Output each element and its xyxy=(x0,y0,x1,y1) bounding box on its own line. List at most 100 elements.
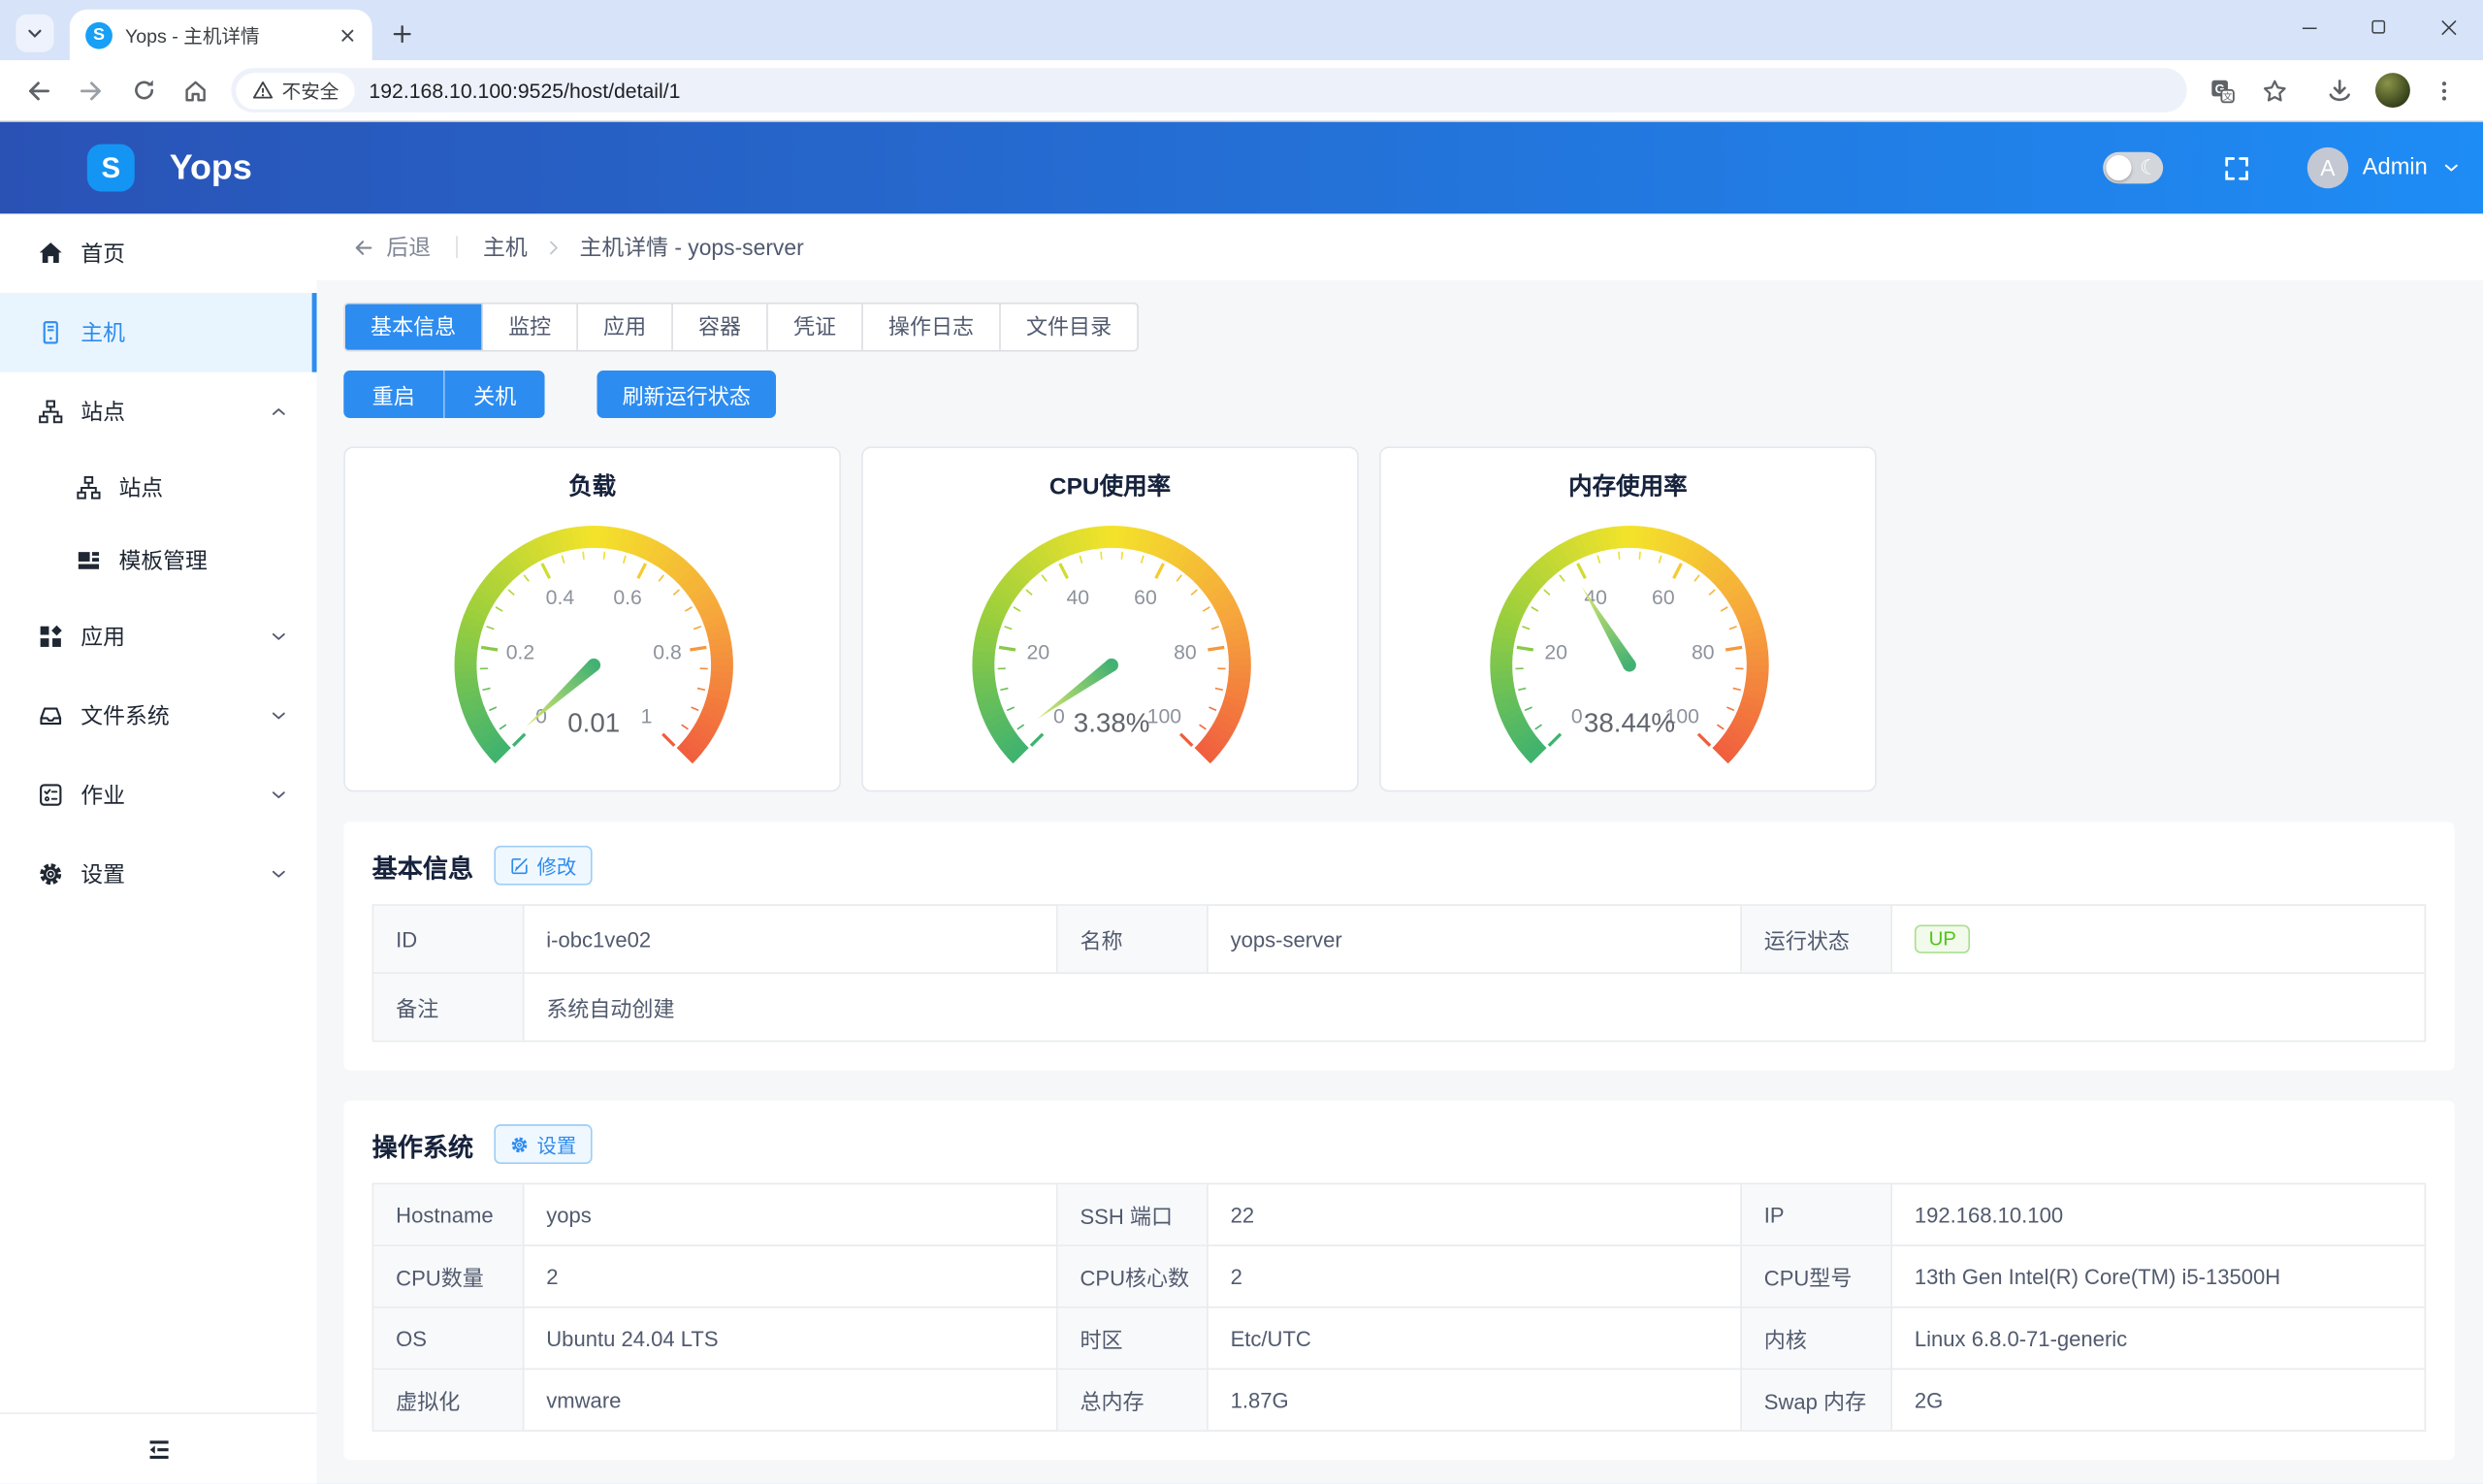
field-label: 运行状态 xyxy=(1742,906,1892,973)
theme-toggle[interactable]: ☾ xyxy=(2103,152,2163,184)
back-link[interactable]: 后退 xyxy=(351,231,431,263)
tab-operation-log[interactable]: 操作日志 xyxy=(863,304,1001,349)
breadcrumb: 后退 主机 主机详情 - yops-server xyxy=(317,213,2483,280)
window-maximize-button[interactable] xyxy=(2343,0,2413,54)
field-value: vmware xyxy=(524,1370,1057,1430)
fullscreen-button[interactable] xyxy=(2213,153,2259,183)
main-content: 后退 主机 主机详情 - yops-server 基本信息监控应用容器凭证操作日… xyxy=(317,213,2483,1483)
sidebar-item-template-manage[interactable]: 模板管理 xyxy=(0,524,317,597)
browser-menu-button[interactable] xyxy=(2421,67,2467,113)
tab-monitoring[interactable]: 监控 xyxy=(483,304,578,349)
field-label: 时区 xyxy=(1058,1308,1209,1369)
translate-button[interactable]: G文 xyxy=(2200,67,2245,113)
gauge-chart: 0204060801003.38% xyxy=(863,502,1361,803)
svg-text:20: 20 xyxy=(1027,641,1050,663)
download-icon xyxy=(2326,77,2353,104)
home-button[interactable] xyxy=(173,67,218,113)
yops-logo-icon: S xyxy=(87,145,135,192)
power-button-group: 重启 关机 xyxy=(343,371,544,418)
sidebar-item-label: 站点 xyxy=(118,472,288,504)
sidebar-item-label: 作业 xyxy=(81,779,269,811)
tab-basic-info[interactable]: 基本信息 xyxy=(345,304,483,349)
status-badge: UP xyxy=(1915,924,1971,952)
sidebar-item-sites-sub[interactable]: 站点 xyxy=(0,451,317,524)
breadcrumb-section[interactable]: 主机 xyxy=(483,231,528,263)
svg-text:60: 60 xyxy=(1652,587,1675,609)
field-label: Hostname xyxy=(373,1184,524,1244)
breadcrumb-divider xyxy=(456,236,458,258)
window-close-button[interactable] xyxy=(2413,0,2483,54)
address-bar[interactable]: 不安全 192.168.10.100:9525/host/detail/1 xyxy=(231,68,2186,113)
breadcrumb-page: 主机详情 - yops-server xyxy=(580,231,804,263)
apps-icon xyxy=(38,624,63,649)
field-value: i-obc1ve02 xyxy=(524,906,1057,973)
browser-tab[interactable]: S Yops - 主机详情 xyxy=(70,10,372,60)
sidebar-item-sites[interactable]: 站点 xyxy=(0,372,317,452)
sidebar-item-hosts[interactable]: 主机 xyxy=(0,293,317,372)
sidebar-item-settings[interactable]: 设置 xyxy=(0,834,317,914)
os-info-title: 操作系统 xyxy=(372,1125,474,1163)
chevron-up-icon xyxy=(270,403,289,422)
tab-search-button[interactable] xyxy=(16,15,53,52)
back-button[interactable] xyxy=(16,67,61,113)
tab-title: Yops - 主机详情 xyxy=(125,21,335,48)
gauge-row: 负载00.20.40.60.810.01CPU使用率0204060801003.… xyxy=(343,446,2454,791)
tab-credentials[interactable]: 凭证 xyxy=(768,304,863,349)
sidebar-item-apps[interactable]: 应用 xyxy=(0,597,317,677)
sidebar-item-label: 文件系统 xyxy=(81,700,269,732)
restart-button[interactable]: 重启 xyxy=(343,371,443,418)
sidebar-item-home[interactable]: 首页 xyxy=(0,213,317,293)
tab-file-directory[interactable]: 文件目录 xyxy=(1001,304,1137,349)
profile-avatar xyxy=(2374,73,2409,108)
field-value: Ubuntu 24.04 LTS xyxy=(524,1308,1057,1369)
chevron-down-icon[interactable] xyxy=(2442,158,2462,177)
field-value: 22 xyxy=(1209,1184,1742,1244)
kebab-menu-icon xyxy=(2433,79,2456,102)
sidebar-menu: 首页主机站点站点模板管理应用文件系统作业设置 xyxy=(0,213,317,914)
security-chip[interactable]: 不安全 xyxy=(236,72,354,109)
svg-text:38.44%: 38.44% xyxy=(1584,707,1675,737)
gauge-chart: 00.20.40.60.810.01 xyxy=(345,502,843,803)
detail-tabbar: 基本信息监控应用容器凭证操作日志文件目录 xyxy=(343,303,1139,352)
field-label: CPU型号 xyxy=(1742,1246,1892,1307)
sidebar-item-label: 模板管理 xyxy=(118,545,288,577)
tab-application[interactable]: 应用 xyxy=(578,304,673,349)
shutdown-button[interactable]: 关机 xyxy=(443,371,544,418)
collapse-sidebar-button[interactable] xyxy=(136,1434,181,1464)
host-icon xyxy=(38,320,63,345)
brand-name: Yops xyxy=(170,147,252,188)
field-value: 1.87G xyxy=(1209,1370,1742,1430)
tab-container[interactable]: 容器 xyxy=(673,304,768,349)
fullscreen-icon xyxy=(2223,154,2250,181)
reload-button[interactable] xyxy=(120,67,166,113)
refresh-status-button[interactable]: 刷新运行状态 xyxy=(597,371,776,418)
tab-close-icon[interactable] xyxy=(334,21,361,48)
svg-text:40: 40 xyxy=(1066,587,1089,609)
downloads-button[interactable] xyxy=(2317,67,2363,113)
user-avatar[interactable]: A xyxy=(2307,147,2348,188)
field-value: 2 xyxy=(524,1246,1057,1307)
field-value: Linux 6.8.0-71-generic xyxy=(1892,1308,2425,1369)
field-label: SSH 端口 xyxy=(1058,1184,1209,1244)
profile-button[interactable] xyxy=(2369,67,2414,113)
field-value: 2 xyxy=(1209,1246,1742,1307)
table-row: HostnameyopsSSH 端口22IP192.168.10.100 xyxy=(373,1184,2424,1246)
sidebar-item-jobs[interactable]: 作业 xyxy=(0,756,317,835)
field-label: ID xyxy=(373,906,524,973)
field-label: CPU数量 xyxy=(373,1246,524,1307)
gauge-title: 负载 xyxy=(345,468,839,501)
edit-button[interactable]: 修改 xyxy=(494,846,592,886)
username[interactable]: Admin xyxy=(2363,155,2428,180)
home-icon xyxy=(38,241,63,266)
bookmark-button[interactable] xyxy=(2252,67,2298,113)
forward-button[interactable] xyxy=(68,67,113,113)
window-minimize-button[interactable] xyxy=(2273,0,2343,54)
warning-icon xyxy=(252,80,274,102)
svg-text:20: 20 xyxy=(1544,641,1567,663)
os-settings-button[interactable]: 设置 xyxy=(494,1124,592,1164)
table-row: CPU数量2CPU核心数2CPU型号13th Gen Intel(R) Core… xyxy=(373,1246,2424,1308)
new-tab-button[interactable] xyxy=(381,13,422,53)
svg-text:100: 100 xyxy=(1147,706,1181,728)
field-value: yops-server xyxy=(1209,906,1742,973)
sidebar-item-filesystem[interactable]: 文件系统 xyxy=(0,676,317,756)
